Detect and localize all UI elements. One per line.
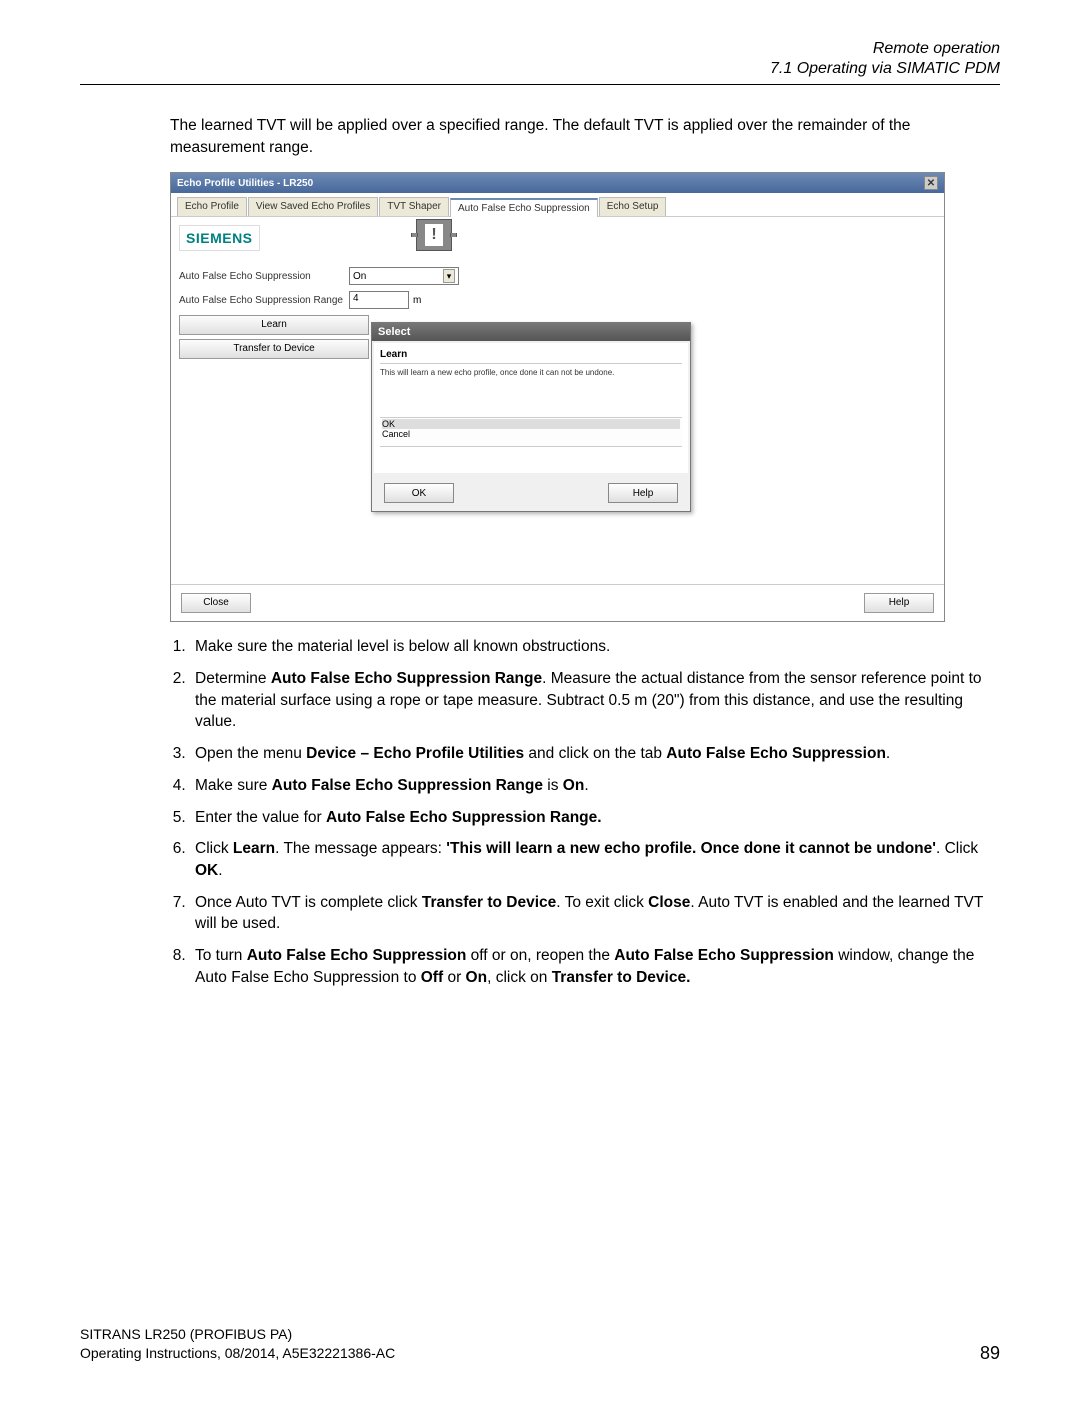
learn-button[interactable]: Learn bbox=[179, 315, 369, 335]
step-5: Enter the value for Auto False Echo Supp… bbox=[190, 807, 1000, 829]
dialog-body: Learn This will learn a new echo profile… bbox=[374, 343, 688, 473]
afes-value: On bbox=[353, 271, 366, 282]
footer-close-button[interactable]: Close bbox=[181, 593, 251, 613]
dialog-button-row: OK Help bbox=[372, 475, 690, 511]
tab-echo-setup[interactable]: Echo Setup bbox=[599, 197, 667, 216]
tab-afes[interactable]: Auto False Echo Suppression bbox=[450, 198, 598, 217]
dialog-option-ok[interactable]: OK bbox=[382, 419, 680, 429]
dialog-message: This will learn a new echo profile, once… bbox=[380, 364, 682, 377]
header-title: Remote operation bbox=[80, 40, 1000, 58]
footer-line2: Operating Instructions, 08/2014, A5E3222… bbox=[80, 1344, 395, 1364]
range-input[interactable]: 4 bbox=[349, 291, 409, 309]
window-title-bar: Echo Profile Utilities - LR250 ✕ bbox=[171, 173, 944, 193]
step-4: Make sure Auto False Echo Suppression Ra… bbox=[190, 775, 1000, 797]
warning-icon: ! bbox=[416, 219, 452, 251]
footer-line1: SITRANS LR250 (PROFIBUS PA) bbox=[80, 1325, 395, 1345]
steps-list: Make sure the material level is below al… bbox=[170, 636, 1000, 988]
page-footer: SITRANS LR250 (PROFIBUS PA) Operating In… bbox=[80, 1325, 1000, 1364]
close-icon[interactable]: ✕ bbox=[924, 176, 938, 190]
dialog-ok-button[interactable]: OK bbox=[384, 483, 454, 503]
dialog-subtitle: Learn bbox=[380, 349, 682, 364]
afes-dropdown[interactable]: On ▾ bbox=[349, 267, 459, 285]
window-title: Echo Profile Utilities - LR250 bbox=[177, 178, 313, 189]
footer-help-button[interactable]: Help bbox=[864, 593, 934, 613]
tab-view-saved[interactable]: View Saved Echo Profiles bbox=[248, 197, 378, 216]
window-body: SIEMENS ! Auto False Echo Suppression On… bbox=[171, 217, 944, 584]
tab-echo-profile[interactable]: Echo Profile bbox=[177, 197, 247, 216]
siemens-logo: SIEMENS bbox=[179, 225, 260, 251]
step-7: Once Auto TVT is complete click Transfer… bbox=[190, 892, 1000, 935]
header-subtitle: 7.1 Operating via SIMATIC PDM bbox=[80, 60, 1000, 78]
echo-profile-window: Echo Profile Utilities - LR250 ✕ Echo Pr… bbox=[170, 172, 945, 622]
tabs-row: Echo Profile View Saved Echo Profiles TV… bbox=[171, 193, 944, 217]
range-unit: m bbox=[413, 295, 421, 306]
chevron-down-icon[interactable]: ▾ bbox=[443, 269, 455, 283]
select-dialog: Select Learn This will learn a new echo … bbox=[371, 322, 691, 512]
page-number: 89 bbox=[980, 1343, 1000, 1364]
window-footer: Close Help bbox=[171, 584, 944, 621]
header-divider bbox=[80, 84, 1000, 85]
dialog-help-button[interactable]: Help bbox=[608, 483, 678, 503]
tab-tvt-shaper[interactable]: TVT Shaper bbox=[379, 197, 449, 216]
range-label: Auto False Echo Suppression Range bbox=[179, 295, 349, 306]
step-6: Click Learn. The message appears: 'This … bbox=[190, 838, 1000, 881]
dialog-options: OK Cancel bbox=[380, 417, 682, 447]
dialog-title: Select bbox=[372, 323, 690, 341]
step-8: To turn Auto False Echo Suppression off … bbox=[190, 945, 1000, 988]
step-3: Open the menu Device – Echo Profile Util… bbox=[190, 743, 1000, 765]
intro-paragraph: The learned TVT will be applied over a s… bbox=[170, 115, 1000, 158]
transfer-button[interactable]: Transfer to Device bbox=[179, 339, 369, 359]
step-1: Make sure the material level is below al… bbox=[190, 636, 1000, 658]
dialog-option-cancel[interactable]: Cancel bbox=[382, 429, 680, 439]
step-2: Determine Auto False Echo Suppression Ra… bbox=[190, 668, 1000, 733]
afes-label: Auto False Echo Suppression bbox=[179, 271, 349, 282]
